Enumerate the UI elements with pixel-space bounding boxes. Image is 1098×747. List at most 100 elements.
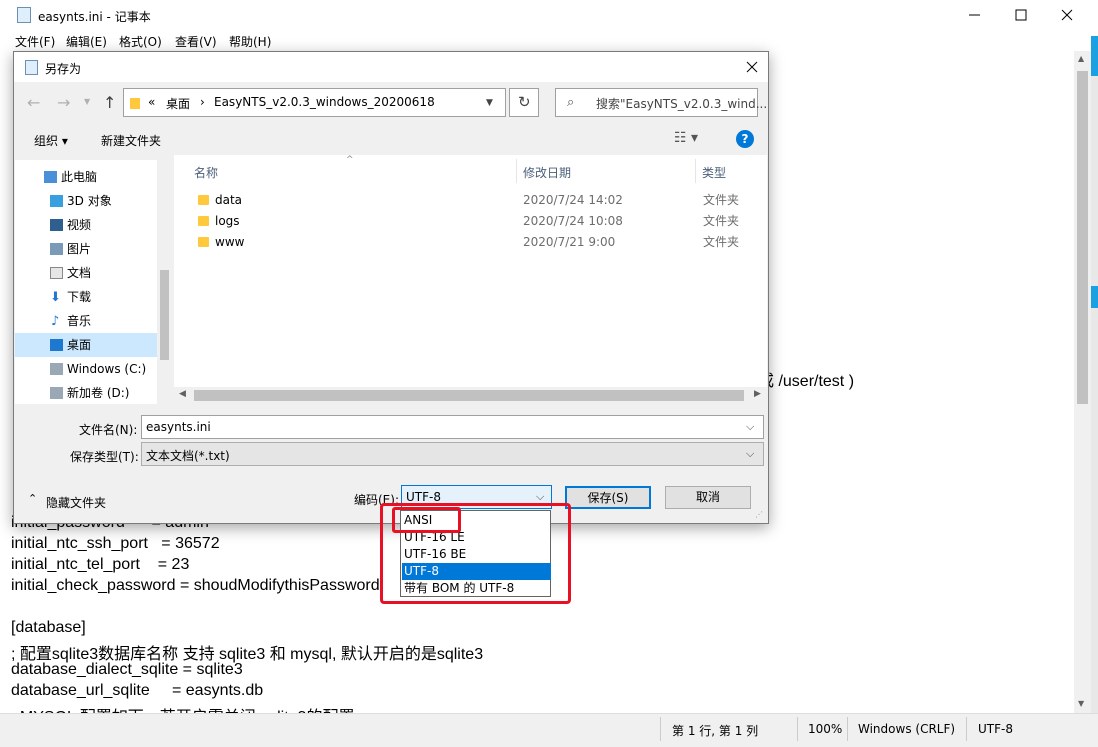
drive-d-icon	[50, 387, 63, 399]
search-icon: ⌕	[567, 95, 575, 110]
desktop-edge-strip	[1091, 36, 1098, 713]
sidebar-label: 此电脑	[61, 170, 98, 184]
organize-button[interactable]: 组织 ▾	[34, 132, 68, 149]
hide-folders-button[interactable]: 隐藏文件夹	[46, 494, 106, 511]
chevron-down-icon[interactable]: ⌵	[746, 447, 754, 461]
menu-help[interactable]: 帮助(H)	[229, 33, 271, 50]
search-box[interactable]: ⌕ 搜索"EasyNTS_v2.0.3_wind...	[555, 88, 767, 117]
sidebar-scroll-thumb[interactable]	[160, 270, 169, 360]
download-icon: ⬇	[50, 290, 61, 305]
menu-edit[interactable]: 编辑(E)	[66, 33, 107, 50]
close-window-icon[interactable]	[1058, 6, 1076, 24]
menu-view[interactable]: 查看(V)	[175, 33, 217, 50]
breadcrumb-desktop[interactable]: 桌面	[166, 95, 190, 112]
column-header-type[interactable]: 类型	[702, 164, 726, 181]
view-options-icon[interactable]: ☷ ▾	[674, 130, 698, 146]
file-type: 文件夹	[703, 235, 740, 249]
column-header-date[interactable]: 修改日期	[523, 164, 571, 181]
save-as-dialog: 另存为 ← → ▼ ↑ « 桌面 › EasyNTS_v2.0.3_window…	[13, 51, 769, 524]
refresh-button[interactable]: ↻	[509, 88, 539, 117]
text-line: ; MYSQL 配置如下，若开启需关闭 sqlite3的配置	[11, 703, 354, 713]
menu-file[interactable]: 文件(F)	[15, 33, 55, 50]
filetype-label: 保存类型(T):	[70, 450, 139, 464]
notepad-vertical-scrollbar[interactable]: ▲ ▼	[1074, 51, 1091, 713]
dialog-app-icon	[25, 60, 38, 75]
scroll-left-icon[interactable]: ◀	[179, 389, 186, 399]
scroll-right-icon[interactable]: ▶	[754, 389, 761, 399]
filename-input[interactable]: easynts.ini ⌵	[141, 415, 764, 439]
cancel-button[interactable]: 取消	[665, 486, 751, 509]
refresh-icon: ↻	[518, 93, 531, 111]
sidebar-item-this-pc[interactable]: 此电脑	[15, 165, 157, 189]
forward-arrow-icon[interactable]: →	[57, 93, 70, 112]
file-date: 2020/7/21 9:00	[523, 235, 616, 249]
sidebar-item-3d-objects[interactable]: 3D 对象	[15, 189, 157, 213]
file-row-www[interactable]: www 2020/7/21 9:00 文件夹	[174, 232, 767, 253]
status-position: 第 1 行, 第 1 列	[672, 724, 759, 738]
file-type: 文件夹	[703, 193, 740, 207]
sidebar-label: 视频	[67, 218, 92, 232]
annotation-box-ansi	[392, 507, 461, 533]
new-folder-button[interactable]: 新建文件夹	[101, 132, 161, 149]
text-line: database_url_sqlite = easynts.db	[11, 682, 264, 699]
file-row-logs[interactable]: logs 2020/7/24 10:08 文件夹	[174, 211, 767, 232]
text-line-partial: 或 /user/test )	[758, 373, 855, 390]
notepad-title-bar: easynts.ini - 记事本	[0, 0, 1098, 31]
minimize-icon[interactable]	[966, 6, 984, 24]
up-arrow-icon[interactable]: ↑	[103, 93, 116, 112]
encoding-value: UTF-8	[406, 490, 441, 504]
filetype-select[interactable]: 文本文档(*.txt) ⌵	[141, 442, 764, 466]
breadcrumb-overflow[interactable]: «	[148, 95, 155, 109]
notepad-window-title: easynts.ini - 记事本	[38, 10, 151, 24]
sidebar-item-downloads[interactable]: ⬇ 下载	[15, 285, 157, 309]
file-name: www	[215, 235, 245, 249]
text-line: [database]	[11, 619, 86, 636]
scroll-up-icon[interactable]: ▲	[1078, 54, 1084, 63]
desktop-icon	[50, 339, 63, 351]
scroll-down-icon[interactable]: ▼	[1078, 699, 1084, 708]
file-row-data[interactable]: data 2020/7/24 14:02 文件夹	[174, 190, 767, 211]
filetype-value: 文本文档(*.txt)	[146, 449, 230, 463]
back-arrow-icon[interactable]: ←	[27, 93, 40, 112]
resize-grip-icon[interactable]: ⋰	[755, 510, 763, 519]
chevron-down-icon[interactable]: ⌵	[746, 420, 754, 434]
navigation-pane: 此电脑 3D 对象 视频 图片 文档 ⬇ 下载 ♪ 音乐 桌面 Windows …	[15, 160, 172, 404]
sidebar-item-pictures[interactable]: 图片	[15, 237, 157, 261]
sidebar-item-documents[interactable]: 文档	[15, 261, 157, 285]
file-name: data	[215, 193, 243, 207]
3d-objects-icon	[50, 195, 63, 207]
sidebar-item-music[interactable]: ♪ 音乐	[15, 309, 157, 333]
file-type: 文件夹	[703, 214, 740, 228]
sidebar-label: 文档	[67, 266, 92, 280]
menu-format[interactable]: 格式(O)	[119, 33, 162, 50]
collapse-chevron-icon[interactable]: ⌃	[28, 492, 37, 505]
sidebar-scrollbar[interactable]	[157, 160, 172, 404]
sidebar-label: 桌面	[67, 338, 92, 352]
breadcrumb-folder[interactable]: EasyNTS_v2.0.3_windows_20200618	[214, 95, 435, 109]
chevron-down-icon[interactable]: ▼	[486, 98, 493, 108]
file-list-pane: ^ 名称 修改日期 类型 data 2020/7/24 14:02 文件夹 lo…	[174, 155, 767, 404]
chevron-down-icon[interactable]: ⌵	[536, 490, 544, 504]
folder-icon	[198, 237, 209, 247]
file-list-hscrollbar[interactable]: ◀ ▶	[174, 387, 767, 404]
save-button[interactable]: 保存(S)	[565, 486, 651, 509]
sidebar-item-videos[interactable]: 视频	[15, 213, 157, 237]
help-icon[interactable]: ?	[736, 130, 754, 148]
sidebar-item-drive-d[interactable]: 新加卷 (D:)	[15, 381, 157, 404]
recent-dropdown-icon[interactable]: ▼	[84, 97, 90, 106]
hscroll-thumb[interactable]	[194, 390, 744, 401]
sidebar-item-drive-c[interactable]: Windows (C:)	[15, 357, 157, 381]
documents-icon	[50, 267, 63, 279]
column-header-name[interactable]: 名称	[194, 164, 218, 181]
status-zoom: 100%	[808, 722, 843, 736]
scroll-thumb[interactable]	[1077, 71, 1088, 404]
maximize-icon[interactable]	[1012, 6, 1030, 24]
sidebar-label: Windows (C:)	[67, 362, 147, 376]
notepad-status-bar: 第 1 行, 第 1 列 100% Windows (CRLF) UTF-8	[0, 713, 1098, 747]
notepad-menu-bar: 文件(F) 编辑(E) 格式(O) 查看(V) 帮助(H)	[0, 31, 1098, 51]
dialog-close-icon[interactable]	[744, 59, 760, 75]
address-bar[interactable]: « 桌面 › EasyNTS_v2.0.3_windows_20200618 ▼	[123, 88, 506, 117]
sidebar-item-desktop[interactable]: 桌面	[15, 333, 157, 357]
sort-indicator-icon: ^	[346, 155, 354, 165]
file-date: 2020/7/24 10:08	[523, 214, 623, 228]
